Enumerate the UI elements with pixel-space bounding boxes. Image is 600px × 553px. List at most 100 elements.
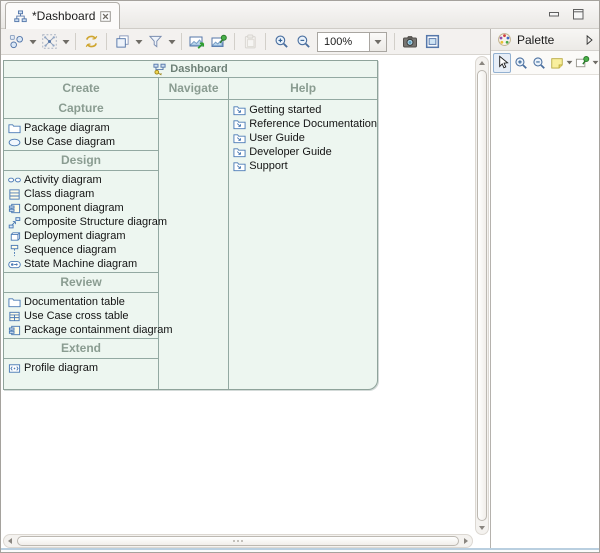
link-documentation-table[interactable]: Documentation table [4, 295, 158, 309]
tab-dashboard[interactable]: *Dashboard [5, 2, 120, 29]
palette-icon [497, 32, 512, 47]
pin-open-arrow-icon[interactable] [583, 34, 595, 46]
zoom-in-button[interactable] [270, 31, 292, 53]
link-activity-diagram[interactable]: Activity diagram [4, 173, 158, 187]
diagram-tree-icon [14, 10, 27, 23]
camera-screenshot-button[interactable] [399, 31, 421, 53]
copy-appearance-dropdown[interactable] [133, 31, 144, 53]
link-label: Profile diagram [24, 362, 98, 374]
minimize-icon[interactable] [547, 7, 561, 21]
zoom-out-icon [296, 34, 311, 49]
link-label: Sequence diagram [24, 244, 116, 256]
activity-icon [8, 174, 21, 187]
scroll-down-button[interactable] [476, 522, 488, 534]
link-support[interactable]: Support [229, 159, 377, 173]
class-icon [8, 188, 21, 201]
link-composite-structure-diagram[interactable]: Composite Structure diagram [4, 215, 158, 229]
vertical-scroll-thumb[interactable] [477, 70, 487, 521]
horizontal-scrollbar[interactable] [3, 534, 473, 548]
palette-zoom-in-tool[interactable] [511, 53, 529, 73]
link-label: Reference Documentation [249, 118, 377, 130]
copy-appearance-button[interactable] [111, 31, 133, 53]
link-state-machine-diagram[interactable]: State Machine diagram [4, 257, 158, 271]
triangle-left-icon [8, 538, 12, 544]
paste-icon [243, 34, 258, 49]
pin-image-button[interactable] [208, 31, 230, 53]
navigate-column: Navigate [159, 78, 229, 390]
select-tool[interactable] [493, 53, 511, 73]
close-icon[interactable] [100, 11, 111, 22]
deployment-icon [8, 230, 21, 243]
component-icon [8, 324, 21, 337]
navigate-image-button[interactable] [186, 31, 208, 53]
palette-zoom-out-tool[interactable] [530, 53, 548, 73]
zoom-level-combo[interactable]: 100% [317, 32, 387, 52]
note-tool-dropdown[interactable] [566, 53, 573, 73]
image-arrow-icon [189, 34, 205, 50]
zoom-out-button[interactable] [292, 31, 314, 53]
link-label: Package containment diagram [24, 324, 173, 336]
filter-button[interactable] [144, 31, 166, 53]
diagram-nodes-dropdown[interactable] [27, 31, 38, 53]
capture-header: Capture [4, 99, 158, 118]
toolbar-separator [234, 33, 235, 50]
copy-icon [115, 34, 130, 49]
link-class-diagram[interactable]: Class diagram [4, 187, 158, 201]
arrange-network-button[interactable] [38, 31, 60, 53]
snapshot-frame-button[interactable] [421, 31, 443, 53]
chevron-down-icon [135, 39, 143, 45]
link-reference-documentation[interactable]: Reference Documentation [229, 117, 377, 131]
maximize-icon[interactable] [571, 7, 585, 21]
filter-dropdown[interactable] [166, 31, 177, 53]
link-label: Deployment diagram [24, 230, 126, 242]
pinned-note-dropdown[interactable] [592, 53, 599, 73]
vertical-scrollbar[interactable] [475, 56, 489, 535]
zoom-level-dropdown[interactable] [369, 32, 387, 52]
diagram-nodes-button[interactable] [5, 31, 27, 53]
link-profile-diagram[interactable]: Profile diagram [4, 361, 158, 375]
synchronize-button[interactable] [80, 31, 102, 53]
design-section: Design Activity diagram Class diagram Co… [4, 150, 158, 272]
paste-button [239, 31, 261, 53]
triangle-up-icon [479, 61, 485, 65]
horizontal-scroll-thumb[interactable] [17, 536, 459, 546]
pinned-note-tool[interactable] [573, 53, 591, 73]
link-label: Use Case diagram [24, 136, 115, 148]
profile-icon [8, 362, 21, 375]
note-tool[interactable] [548, 53, 566, 73]
palette-header[interactable]: Palette [491, 29, 600, 51]
palette-panel: Palette [490, 29, 600, 550]
link-sequence-diagram[interactable]: Sequence diagram [4, 243, 158, 257]
toolbar-separator [181, 33, 182, 50]
link-use-case-cross-table[interactable]: Use Case cross table [4, 309, 158, 323]
zoom-level-value[interactable]: 100% [317, 32, 369, 52]
zoom-in-icon [514, 56, 528, 70]
table-icon [8, 310, 21, 323]
arrange-network-dropdown[interactable] [60, 31, 71, 53]
editor-tab-bar: *Dashboard [1, 1, 599, 29]
scroll-right-button[interactable] [460, 535, 472, 547]
chevron-down-icon [592, 60, 599, 65]
link-label: State Machine diagram [24, 258, 137, 270]
review-section: Review Documentation table Use Case cros… [4, 272, 158, 338]
link-component-diagram[interactable]: Component diagram [4, 201, 158, 215]
link-deployment-diagram[interactable]: Deployment diagram [4, 229, 158, 243]
link-package-containment-diagram[interactable]: Package containment diagram [4, 323, 158, 337]
extend-header: Extend [4, 339, 158, 358]
scroll-up-button[interactable] [476, 57, 488, 69]
note-icon [550, 56, 564, 70]
diagram-nodes-icon [9, 34, 24, 49]
diagram-canvas[interactable]: Dashboard Create Capture Package diagram… [1, 55, 490, 550]
toolbar-separator [394, 33, 395, 50]
toolbar-separator [265, 33, 266, 50]
link-getting-started[interactable]: Getting started [229, 103, 377, 117]
link-developer-guide[interactable]: Developer Guide [229, 145, 377, 159]
palette-toolbar [491, 51, 600, 75]
scroll-left-button[interactable] [4, 535, 16, 547]
link-package-diagram[interactable]: Package diagram [4, 121, 158, 135]
link-use-case-diagram[interactable]: Use Case diagram [4, 135, 158, 149]
create-column: Create Capture Package diagram Use Case … [4, 78, 159, 390]
snapshot-frame-icon [425, 34, 440, 49]
help-folder-icon [233, 160, 246, 173]
link-user-guide[interactable]: User Guide [229, 131, 377, 145]
